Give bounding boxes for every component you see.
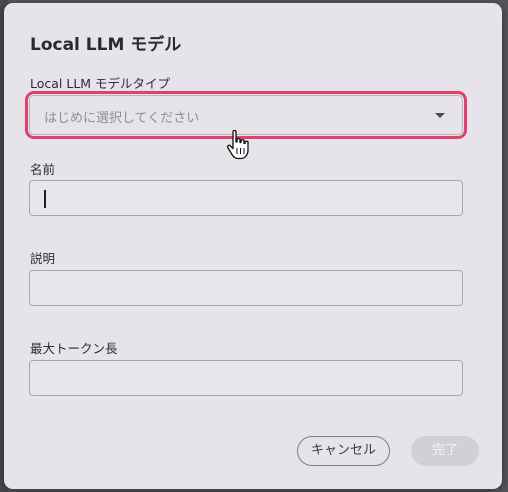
local-llm-model-dialog: Local LLM モデル Local LLM モデルタイプ はじめに選択してく…: [4, 3, 502, 489]
cancel-button[interactable]: キャンセル: [297, 436, 390, 466]
done-button[interactable]: 完了: [411, 436, 479, 466]
name-label: 名前: [30, 162, 56, 177]
model-type-label: Local LLM モデルタイプ: [30, 76, 171, 91]
max-tokens-label: 最大トークン長: [30, 341, 118, 356]
hand-pointer-icon: [226, 129, 249, 160]
description-input[interactable]: [29, 270, 463, 306]
text-caret: [44, 190, 46, 208]
max-tokens-input[interactable]: [29, 360, 463, 396]
chevron-down-icon: [435, 113, 445, 118]
description-label: 説明: [30, 251, 56, 266]
model-type-placeholder: はじめに選択してください: [44, 111, 200, 126]
dialog-title: Local LLM モデル: [30, 35, 182, 55]
name-input[interactable]: [29, 180, 463, 216]
